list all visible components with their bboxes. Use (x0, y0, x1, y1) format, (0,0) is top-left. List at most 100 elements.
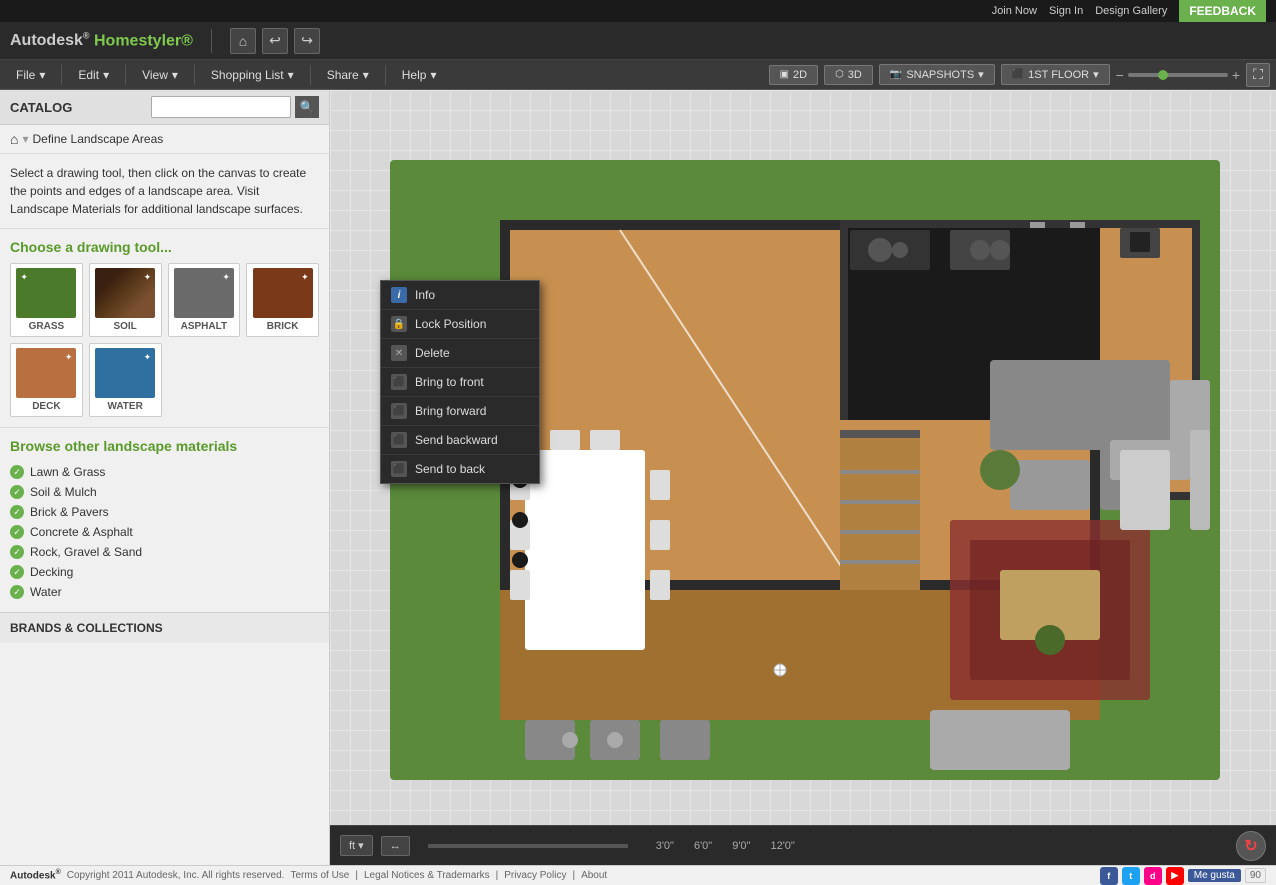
privacy-link[interactable]: Privacy Policy (504, 870, 566, 881)
fullscreen-btn[interactable]: ⛶ (1246, 63, 1270, 87)
ctx-info[interactable]: i Info (381, 281, 539, 310)
ctx-send-to-back-label: Send to back (415, 462, 485, 476)
help-menu[interactable]: Help ▾ (392, 64, 447, 86)
water-tool[interactable]: ✦ WATER (89, 343, 162, 417)
instructions: Select a drawing tool, then click on the… (0, 154, 329, 229)
floor-btn[interactable]: ⬛ 1ST FLOOR ▾ (1001, 64, 1110, 85)
facebook-icon[interactable]: f (1100, 867, 1118, 885)
snapshots-btn[interactable]: 📷 SNAPSHOTS ▾ (879, 64, 995, 85)
delicious-icon[interactable]: d (1144, 867, 1162, 885)
like-count: 90 (1245, 868, 1266, 883)
decking-label: Decking (30, 565, 73, 579)
unit-button[interactable]: ft ▾ (340, 835, 373, 856)
search-input[interactable] (151, 96, 291, 118)
share-menu[interactable]: Share ▾ (317, 64, 379, 86)
snapshots-label: SNAPSHOTS (906, 69, 974, 81)
concrete-label: Concrete & Asphalt (30, 525, 133, 539)
browse-soil[interactable]: Soil & Mulch (10, 482, 319, 502)
terms-link[interactable]: Terms of Use (290, 870, 349, 881)
send-backward-icon: ⬛ (391, 432, 407, 448)
search-button[interactable]: 🔍 (295, 96, 319, 118)
browse-section: Browse other landscape materials Lawn & … (0, 427, 329, 612)
ruler-button[interactable]: ↔ (381, 836, 410, 856)
browse-water[interactable]: Water (10, 582, 319, 602)
file-arrow: ▾ (39, 68, 45, 82)
soil-tool[interactable]: ✦ SOIL (89, 263, 162, 337)
browse-decking[interactable]: Decking (10, 562, 319, 582)
floor-label: 1ST FLOOR (1028, 69, 1089, 81)
twitter-icon[interactable]: t (1122, 867, 1140, 885)
context-menu: i Info 🔒 Lock Position ✕ Delete ⬛ Bring … (380, 280, 540, 484)
share-label: Share (327, 68, 359, 82)
view-menu[interactable]: View ▾ (132, 64, 188, 86)
edit-arrow: ▾ (103, 68, 109, 82)
zoom-slider[interactable] (1128, 73, 1228, 77)
zoom-bar: − + (1116, 67, 1240, 83)
ctx-lock[interactable]: 🔒 Lock Position (381, 310, 539, 339)
logo-toolbar: ⌂ ↩ ↪ (230, 28, 320, 54)
browse-title: Browse other landscape materials (10, 438, 319, 454)
zoom-out-icon[interactable]: − (1116, 67, 1124, 83)
2d-btn[interactable]: ▣ 2D (769, 65, 819, 85)
ctx-bring-front-label: Bring to front (415, 375, 484, 389)
soil-mulch-label: Soil & Mulch (30, 485, 97, 499)
asphalt-tool[interactable]: ✦ ASPHALT (168, 263, 241, 337)
shopping-list-menu[interactable]: Shopping List ▾ (201, 64, 304, 86)
sign-in-link[interactable]: Sign In (1049, 5, 1083, 17)
scale-labels: 3'0" 6'0" 9'0" 12'0" (656, 840, 795, 852)
browse-lawn[interactable]: Lawn & Grass (10, 462, 319, 482)
brick-tool[interactable]: ✦ BRICK (246, 263, 319, 337)
deck-tool[interactable]: ✦ DECK (10, 343, 83, 417)
design-gallery-link[interactable]: Design Gallery (1095, 5, 1167, 17)
info-icon: i (391, 287, 407, 303)
ctx-delete-label: Delete (415, 346, 450, 360)
search-box: 🔍 (151, 96, 319, 118)
bring-front-icon: ⬛ (391, 374, 407, 390)
3d-btn[interactable]: ⬡ 3D (824, 65, 873, 85)
about-link[interactable]: About (581, 870, 607, 881)
footer: Autodesk® Copyright 2011 Autodesk, Inc. … (0, 865, 1276, 885)
menu-sep-2 (125, 65, 126, 85)
edit-label: Edit (78, 68, 99, 82)
logo-divider (211, 29, 212, 53)
home-tool-btn[interactable]: ⌂ (230, 28, 256, 54)
join-now-link[interactable]: Join Now (992, 5, 1037, 17)
brick-label: BRICK (267, 321, 299, 332)
ctx-bring-forward[interactable]: ⬛ Bring forward (381, 397, 539, 426)
home-breadcrumb-icon[interactable]: ⌂ (10, 131, 18, 147)
canvas-area[interactable]: i Info 🔒 Lock Position ✕ Delete ⬛ Bring … (330, 90, 1276, 865)
lawn-label: Lawn & Grass (30, 465, 105, 479)
water-label: WATER (107, 401, 142, 412)
decking-icon (10, 565, 24, 579)
scale-bar (428, 844, 628, 848)
shopping-label: Shopping List (211, 68, 284, 82)
browse-brick[interactable]: Brick & Pavers (10, 502, 319, 522)
file-menu[interactable]: File ▾ (6, 64, 55, 86)
lawn-icon (10, 465, 24, 479)
send-to-back-icon: ⬛ (391, 461, 407, 477)
undo-btn[interactable]: ↩ (262, 28, 288, 54)
me-gusta-btn[interactable]: Me gusta (1188, 869, 1241, 882)
ctx-send-backward[interactable]: ⬛ Send backward (381, 426, 539, 455)
edit-menu[interactable]: Edit ▾ (68, 64, 119, 86)
ctx-info-label: Info (415, 288, 435, 302)
soil-icon (10, 485, 24, 499)
concrete-icon (10, 525, 24, 539)
ctx-delete[interactable]: ✕ Delete (381, 339, 539, 368)
legal-link[interactable]: Legal Notices & Trademarks (364, 870, 490, 881)
youtube-icon[interactable]: ▶ (1166, 867, 1184, 885)
zoom-in-icon[interactable]: + (1232, 67, 1240, 83)
help-label: Help (402, 68, 427, 82)
feedback-button[interactable]: FEEDBACK (1179, 0, 1266, 22)
brands-title: BRANDS & COLLECTIONS (10, 621, 319, 635)
ctx-bring-front[interactable]: ⬛ Bring to front (381, 368, 539, 397)
catalog-title: CATALOG (10, 100, 72, 115)
asphalt-label: ASPHALT (181, 321, 227, 332)
compass: ↻ (1236, 831, 1266, 861)
browse-rock[interactable]: Rock, Gravel & Sand (10, 542, 319, 562)
browse-concrete[interactable]: Concrete & Asphalt (10, 522, 319, 542)
asphalt-swatch: ✦ (174, 268, 234, 318)
ctx-send-to-back[interactable]: ⬛ Send to back (381, 455, 539, 483)
redo-btn[interactable]: ↪ (294, 28, 320, 54)
grass-tool[interactable]: ✦ GRASS (10, 263, 83, 337)
